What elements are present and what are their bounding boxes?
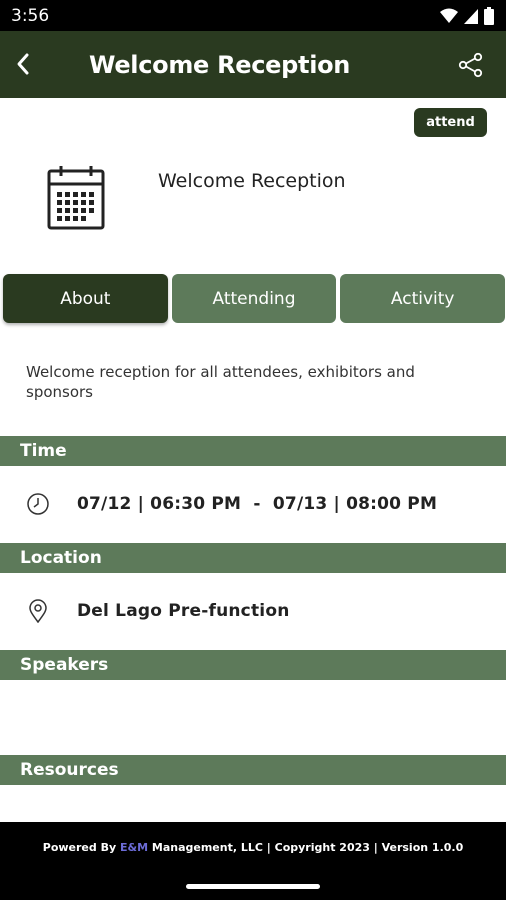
page-title: Welcome Reception (89, 51, 351, 79)
section-header-resources: Resources (0, 755, 506, 785)
status-time: 3:56 (11, 6, 50, 26)
footer-text: Powered By E&M Management, LLC | Copyrig… (0, 841, 506, 854)
battery-icon (484, 7, 494, 25)
footer: Powered By E&M Management, LLC | Copyrig… (0, 822, 506, 900)
wifi-icon (440, 8, 458, 23)
tab-about[interactable]: About (3, 274, 168, 323)
section-header-location: Location (0, 543, 506, 573)
attend-button[interactable]: attend (414, 108, 487, 137)
back-arrow-icon (17, 53, 29, 75)
home-indicator[interactable] (186, 884, 320, 889)
tab-attending[interactable]: Attending (171, 274, 337, 323)
calendar-icon (46, 163, 106, 231)
event-description: Welcome reception for all attendees, exh… (26, 363, 415, 401)
event-name: Welcome Reception (158, 170, 346, 192)
footer-prefix: Powered By (42, 841, 120, 854)
clock-icon (26, 492, 50, 516)
footer-brand-link[interactable]: E&M (120, 841, 148, 854)
status-icons (440, 7, 494, 25)
section-header-speakers: Speakers (0, 650, 506, 680)
signal-icon (464, 9, 478, 24)
footer-suffix: Management, LLC | Copyright 2023 | Versi… (148, 841, 464, 854)
location-pin-icon (26, 599, 50, 623)
time-row: 07/12 | 06:30 PM - 07/13 | 08:00 PM (0, 489, 506, 519)
location-row[interactable]: Del Lago Pre-function (0, 596, 506, 626)
status-bar: 3:56 (0, 0, 506, 31)
back-button[interactable] (8, 49, 38, 79)
tab-bar: About Attending Activity (3, 274, 506, 323)
share-button[interactable] (456, 50, 486, 80)
event-location: Del Lago Pre-function (77, 601, 290, 621)
share-icon (458, 52, 483, 78)
tab-activity[interactable]: Activity (340, 274, 506, 323)
app-bar: Welcome Reception (0, 31, 506, 98)
event-time: 07/12 | 06:30 PM - 07/13 | 08:00 PM (77, 494, 438, 514)
section-header-time: Time (0, 436, 506, 466)
